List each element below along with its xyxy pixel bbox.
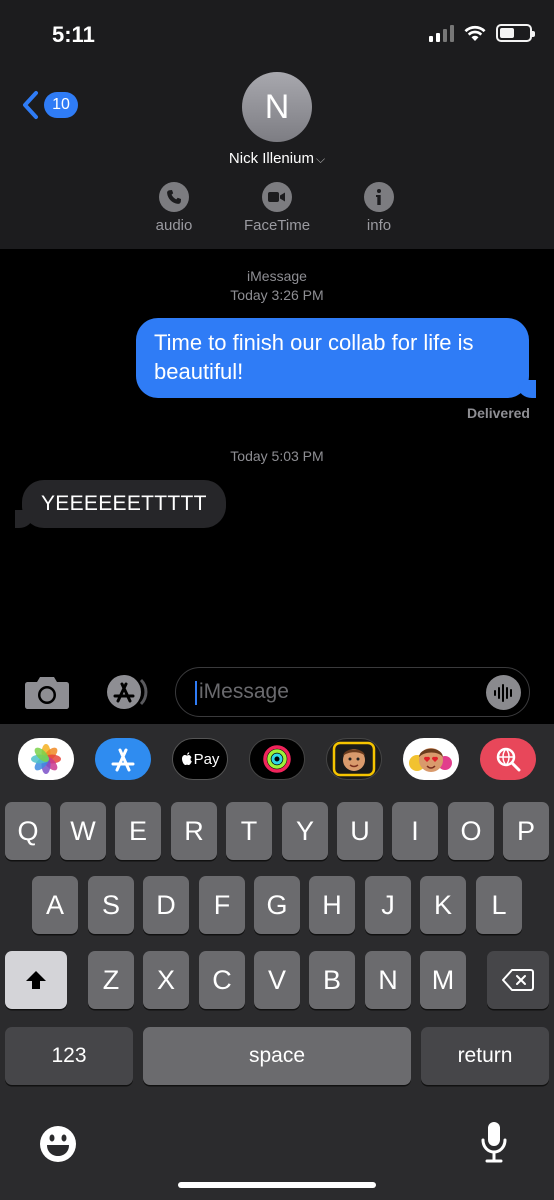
text-cursor bbox=[195, 681, 197, 705]
audio-call-button[interactable]: audio bbox=[134, 182, 214, 234]
message-input-placeholder: iMessage bbox=[199, 680, 289, 703]
shift-arrow-icon bbox=[26, 971, 46, 989]
key-w[interactable]: W bbox=[60, 802, 106, 860]
key-u[interactable]: U bbox=[337, 802, 383, 860]
apple-logo-icon bbox=[181, 752, 192, 765]
key-d[interactable]: D bbox=[143, 876, 189, 934]
photos-app-icon[interactable] bbox=[18, 738, 74, 780]
incoming-message-text: YEEEEEETTTTT bbox=[41, 492, 207, 515]
wifi-icon bbox=[464, 25, 486, 41]
facetime-button[interactable]: FaceTime bbox=[237, 182, 317, 234]
backspace-icon bbox=[502, 969, 534, 991]
key-r[interactable]: R bbox=[171, 802, 217, 860]
delete-key[interactable] bbox=[487, 951, 549, 1009]
key-z[interactable]: Z bbox=[88, 951, 134, 1009]
info-button[interactable]: info bbox=[339, 182, 419, 234]
key-b[interactable]: B bbox=[309, 951, 355, 1009]
key-l[interactable]: L bbox=[476, 876, 522, 934]
chevron-left-icon bbox=[23, 91, 38, 119]
contact-name-button[interactable]: Nick Illenium ⌵ bbox=[0, 150, 554, 167]
key-t[interactable]: T bbox=[226, 802, 272, 860]
delivery-status: Delivered bbox=[466, 405, 530, 421]
app-store-app-icon[interactable] bbox=[95, 738, 151, 780]
key-j[interactable]: J bbox=[365, 876, 411, 934]
memoji-app-icon[interactable] bbox=[326, 738, 382, 780]
key-q[interactable]: Q bbox=[5, 802, 51, 860]
conversation-header: 5:11 10 N Nick Illenium ⌵ audio FaceTime… bbox=[0, 0, 554, 249]
key-x[interactable]: X bbox=[143, 951, 189, 1009]
back-button[interactable]: 10 bbox=[20, 90, 78, 120]
waveform-icon bbox=[493, 683, 512, 702]
key-i[interactable]: I bbox=[392, 802, 438, 860]
outgoing-message-bubble[interactable]: Time to finish our collab for life is be… bbox=[136, 318, 536, 398]
space-key[interactable]: space bbox=[143, 1027, 411, 1085]
imessage-app-strip: Pay bbox=[0, 724, 554, 796]
key-v[interactable]: V bbox=[254, 951, 300, 1009]
camera-icon[interactable] bbox=[24, 674, 70, 710]
dictation-microphone-icon[interactable] bbox=[479, 1120, 509, 1164]
key-p[interactable]: P bbox=[503, 802, 549, 860]
web-search-app-icon[interactable] bbox=[480, 738, 536, 780]
app-store-icon[interactable] bbox=[100, 674, 148, 710]
timestamp: Today 5:03 PM bbox=[230, 448, 324, 464]
key-s[interactable]: S bbox=[88, 876, 134, 934]
key-m[interactable]: M bbox=[420, 951, 466, 1009]
memoji-stickers-app-icon[interactable] bbox=[403, 738, 459, 780]
key-n[interactable]: N bbox=[365, 951, 411, 1009]
key-g[interactable]: G bbox=[254, 876, 300, 934]
message-input[interactable]: iMessage bbox=[175, 667, 530, 717]
numbers-key[interactable]: 123 bbox=[5, 1027, 133, 1085]
key-a[interactable]: A bbox=[32, 876, 78, 934]
service-label: iMessage bbox=[247, 268, 307, 284]
battery-icon bbox=[496, 24, 535, 42]
key-c[interactable]: C bbox=[199, 951, 245, 1009]
timestamp: Today 3:26 PM bbox=[230, 287, 324, 303]
shift-key[interactable] bbox=[5, 951, 67, 1009]
incoming-message-bubble[interactable]: YEEEEEETTTTT bbox=[15, 480, 226, 528]
unread-count-badge: 10 bbox=[44, 92, 78, 118]
facetime-label: FaceTime bbox=[243, 217, 311, 234]
contact-avatar[interactable]: N bbox=[242, 72, 312, 142]
activity-app-icon[interactable] bbox=[249, 738, 305, 780]
phone-icon bbox=[159, 182, 189, 212]
key-h[interactable]: H bbox=[309, 876, 355, 934]
audio-label: audio bbox=[155, 217, 193, 234]
outgoing-message-text: Time to finish our collab for life is be… bbox=[154, 330, 474, 384]
video-camera-icon bbox=[262, 182, 292, 212]
key-e[interactable]: E bbox=[115, 802, 161, 860]
audio-message-button[interactable] bbox=[486, 675, 521, 710]
key-k[interactable]: K bbox=[420, 876, 466, 934]
contact-name: Nick Illenium bbox=[228, 150, 314, 167]
status-time: 5:11 bbox=[52, 22, 95, 47]
key-o[interactable]: O bbox=[448, 802, 494, 860]
info-icon bbox=[364, 182, 394, 212]
info-label: info bbox=[366, 217, 392, 234]
key-f[interactable]: F bbox=[199, 876, 245, 934]
chevron-down-icon: ⌵ bbox=[315, 152, 326, 166]
return-key[interactable]: return bbox=[421, 1027, 549, 1085]
key-y[interactable]: Y bbox=[282, 802, 328, 860]
status-icons bbox=[429, 24, 535, 42]
cellular-signal-icon bbox=[429, 24, 454, 42]
apple-pay-app-icon[interactable]: Pay bbox=[172, 738, 228, 780]
apple-pay-label: Pay bbox=[193, 750, 220, 768]
emoji-keyboard-icon[interactable] bbox=[38, 1124, 78, 1164]
keyboard: Pay Q W E R T Y U I O P A S D F G H J K … bbox=[0, 724, 554, 1200]
home-indicator[interactable] bbox=[178, 1182, 376, 1188]
